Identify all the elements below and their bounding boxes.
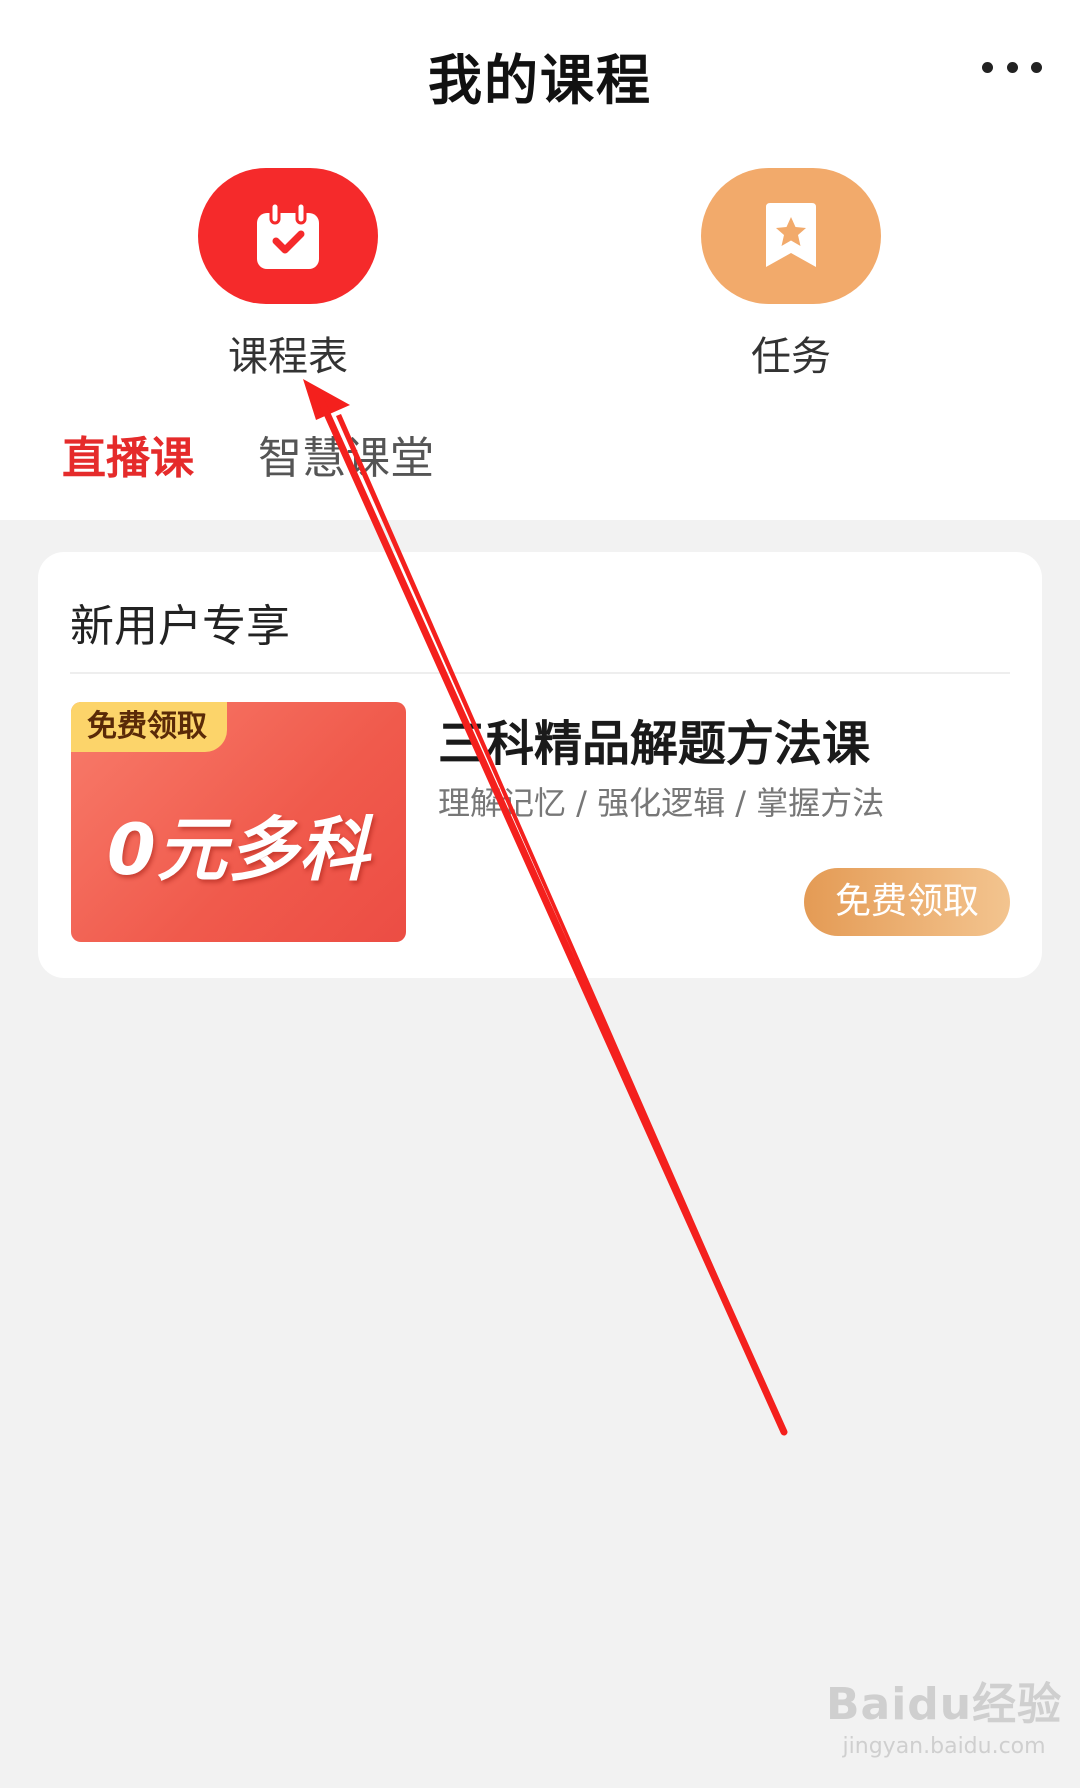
- task-entry[interactable]: 任务: [691, 168, 891, 382]
- claim-free-button[interactable]: 免费领取: [804, 868, 1010, 936]
- watermark-logo: Baidu经验: [826, 1679, 1063, 1730]
- top-panel: 我的课程 课程表 任务 直播课 智慧课堂: [0, 0, 1080, 520]
- calendar-check-icon: [198, 168, 378, 304]
- more-menu-button[interactable]: [982, 54, 1042, 80]
- course-title[interactable]: 三科精品解题方法课: [438, 704, 870, 774]
- task-label: 任务: [751, 334, 831, 380]
- schedule-entry[interactable]: 课程表: [188, 168, 388, 382]
- baidu-watermark: Baidu经验 jingyan.baidu.com: [826, 1668, 1062, 1759]
- more-dot-icon: [982, 61, 993, 73]
- course-subtitle: 理解记忆 / 强化逻辑 / 掌握方法: [438, 784, 885, 822]
- new-user-card: 新用户专享 免费领取 0元多科 三科精品解题方法课 理解记忆 / 强化逻辑 / …: [38, 552, 1042, 978]
- promo-headline: 0元多科: [107, 809, 370, 891]
- more-dot-icon: [1006, 61, 1018, 73]
- watermark-url: jingyan.baidu.com: [842, 1734, 1046, 1759]
- bookmark-star-icon: [701, 168, 881, 304]
- more-dot-icon: [1031, 61, 1042, 73]
- schedule-label: 课程表: [228, 334, 348, 380]
- promo-image[interactable]: 免费领取 0元多科: [71, 702, 406, 942]
- card-title: 新用户专享: [70, 601, 290, 652]
- page-title: 我的课程: [428, 49, 652, 112]
- promo-badge: 免费领取: [71, 702, 227, 752]
- course-tabs: 直播课 智慧课堂: [62, 422, 434, 486]
- tab-live-course[interactable]: 直播课: [62, 422, 194, 486]
- tab-smart-classroom[interactable]: 智慧课堂: [258, 422, 434, 486]
- card-divider: [70, 672, 1010, 674]
